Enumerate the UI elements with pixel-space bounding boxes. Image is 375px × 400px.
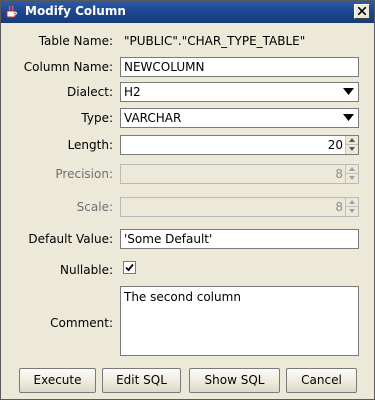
close-icon xyxy=(358,7,366,15)
modify-column-dialog: Modify Column Table Name: "PUBLIC"."CHAR… xyxy=(0,0,375,400)
precision-stepper xyxy=(345,165,358,183)
arrow-up-icon xyxy=(349,138,355,142)
comment-textarea[interactable]: The second column xyxy=(120,286,359,356)
default-value-field[interactable]: 'Some Default' xyxy=(120,229,359,249)
execute-button[interactable]: Execute xyxy=(19,368,96,393)
scale-value: 8 xyxy=(335,200,343,214)
scale-spinner[interactable]: 8 xyxy=(120,197,359,217)
precision-increment-button[interactable] xyxy=(346,165,358,174)
precision-spinner[interactable]: 8 xyxy=(120,164,359,184)
scale-stepper xyxy=(345,198,358,216)
scale-increment-button[interactable] xyxy=(346,198,358,207)
type-value: VARCHAR xyxy=(124,111,182,125)
dialect-select[interactable]: H2 xyxy=(120,82,359,102)
arrow-down-icon xyxy=(349,209,355,213)
length-value: 20 xyxy=(327,138,343,152)
table-name-value: "PUBLIC"."CHAR_TYPE_TABLE" xyxy=(120,31,359,51)
table-name-label: Table Name: xyxy=(38,34,113,48)
column-name-field[interactable]: NEWCOLUMN xyxy=(120,57,359,77)
java-cup-icon xyxy=(5,5,19,19)
length-increment-button[interactable] xyxy=(346,136,358,145)
precision-value: 8 xyxy=(335,167,343,181)
length-spinner[interactable]: 20 xyxy=(120,135,359,155)
chevron-down-icon xyxy=(343,88,354,95)
show-sql-button[interactable]: Show SQL xyxy=(189,368,280,393)
length-label: Length: xyxy=(67,138,113,152)
edit-sql-button[interactable]: Edit SQL xyxy=(102,368,181,393)
chevron-down-icon xyxy=(343,114,354,121)
scale-decrement-button[interactable] xyxy=(346,207,358,216)
nullable-label: Nullable: xyxy=(60,263,113,277)
type-select[interactable]: VARCHAR xyxy=(120,108,359,128)
comment-label: Comment: xyxy=(50,316,113,330)
arrow-down-icon xyxy=(349,147,355,151)
column-name-label: Column Name: xyxy=(23,60,113,74)
arrow-up-icon xyxy=(349,200,355,204)
window-title: Modify Column xyxy=(25,4,126,18)
nullable-checkbox[interactable] xyxy=(123,261,136,274)
default-value-label: Default Value: xyxy=(28,232,113,246)
type-label: Type: xyxy=(81,111,113,125)
precision-label: Precision: xyxy=(55,167,113,181)
length-stepper xyxy=(345,136,358,154)
arrow-up-icon xyxy=(349,167,355,171)
length-decrement-button[interactable] xyxy=(346,145,358,154)
dialect-label: Dialect: xyxy=(67,85,113,99)
cancel-button[interactable]: Cancel xyxy=(286,368,357,393)
arrow-down-icon xyxy=(349,176,355,180)
dialect-value: H2 xyxy=(124,85,141,99)
precision-decrement-button[interactable] xyxy=(346,174,358,183)
scale-label: Scale: xyxy=(76,200,113,214)
close-button[interactable] xyxy=(354,4,370,19)
checkmark-icon xyxy=(125,263,134,272)
title-bar[interactable]: Modify Column xyxy=(1,1,374,23)
